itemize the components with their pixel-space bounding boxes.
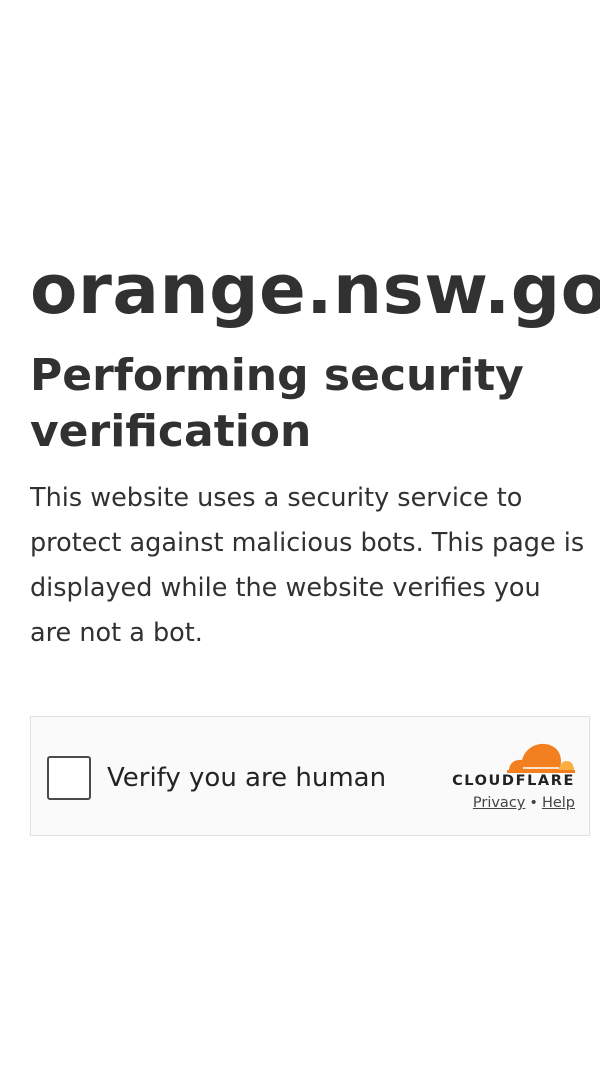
description-text: This website uses a security service to … bbox=[30, 483, 585, 648]
page-title: Performing security verification bbox=[30, 350, 524, 457]
link-separator: • bbox=[529, 795, 538, 811]
verify-checkbox[interactable] bbox=[47, 756, 91, 800]
cloudflare-logo-icon bbox=[507, 743, 575, 773]
cloudflare-links: Privacy • Help bbox=[473, 795, 575, 811]
site-name: orange.nsw.gov.au bbox=[30, 250, 600, 330]
verify-label[interactable]: Verify you are human bbox=[107, 761, 386, 795]
privacy-link[interactable]: Privacy bbox=[473, 795, 526, 811]
turnstile-widget: Verify you are human CLOUDFLARE Privacy •… bbox=[30, 716, 590, 836]
help-link[interactable]: Help bbox=[542, 795, 575, 811]
cloudflare-branding: CLOUDFLARE Privacy • Help bbox=[425, 739, 575, 819]
main-content: orange.nsw.gov.au Performing security ve… bbox=[30, 0, 600, 1065]
cloudflare-wordmark: CLOUDFLARE bbox=[452, 773, 575, 789]
